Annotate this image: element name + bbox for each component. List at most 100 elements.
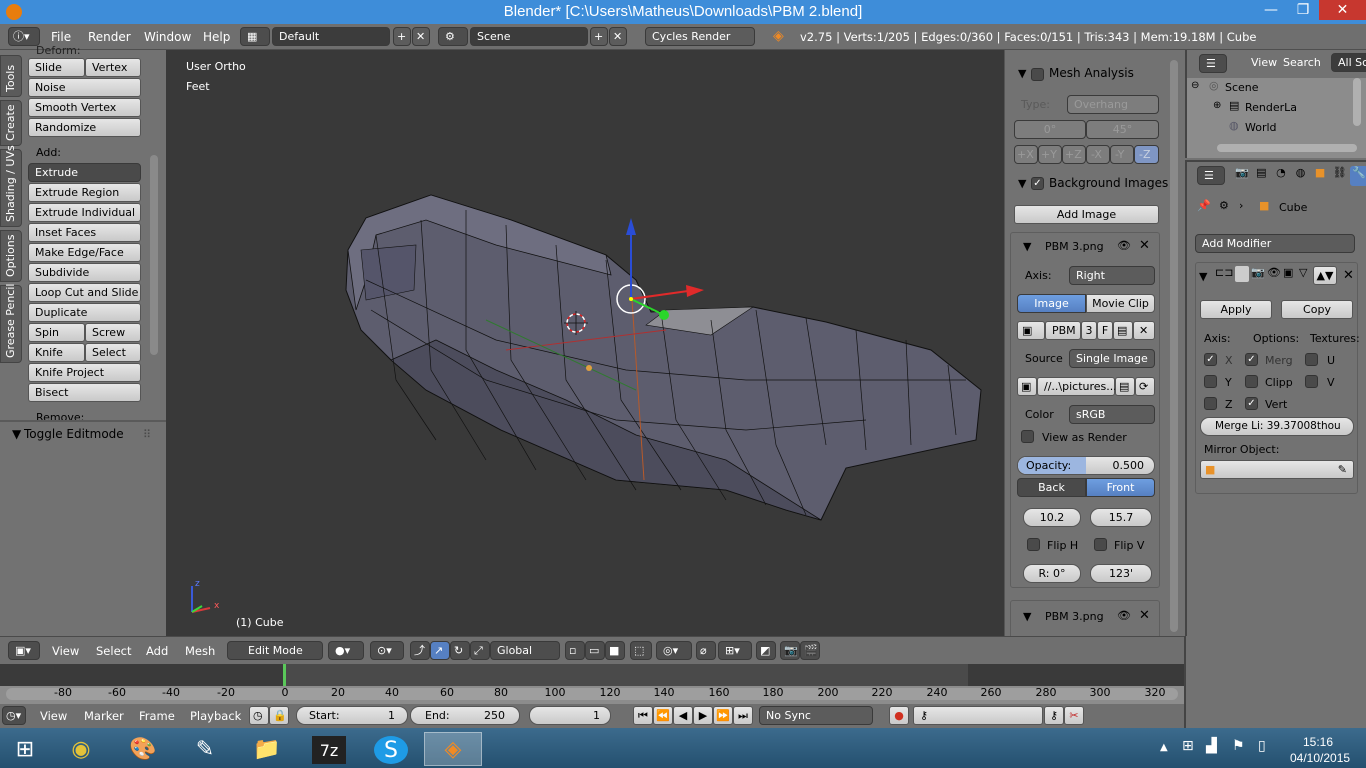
orientation-select[interactable]: Global bbox=[490, 641, 560, 660]
extrude-individual-button[interactable]: Extrude Individual bbox=[28, 203, 141, 222]
tab-image-button[interactable]: Image bbox=[1017, 294, 1086, 313]
outliner-renderlayers[interactable]: RenderLa bbox=[1245, 101, 1297, 114]
proportional-edit-icon[interactable]: ◎▾ bbox=[656, 641, 692, 660]
extrude-select[interactable]: Extrude bbox=[28, 163, 141, 182]
cage-toggle-icon[interactable]: ▽ bbox=[1299, 266, 1313, 286]
record-icon[interactable]: ● bbox=[889, 706, 909, 725]
limit-selection-icon[interactable]: ⬚ bbox=[630, 641, 652, 660]
add-scene-icon[interactable]: + bbox=[590, 27, 608, 46]
merge-limit-field[interactable]: Merge Li: 39.37008thou bbox=[1200, 417, 1354, 436]
draw-taskbar-icon[interactable]: ✎ bbox=[180, 732, 230, 766]
keying-set-field[interactable]: ⚷ bbox=[913, 706, 1043, 725]
preview-range-icon[interactable]: ◷ bbox=[249, 706, 269, 725]
expand-renderlayers-icon[interactable]: ⊕ bbox=[1213, 100, 1221, 111]
tab-grease-pencil[interactable]: Grease Pencil bbox=[0, 284, 22, 363]
duplicate-button[interactable]: Duplicate bbox=[28, 303, 141, 322]
spin-button[interactable]: Spin bbox=[28, 323, 85, 342]
menu-render[interactable]: Render bbox=[88, 30, 131, 44]
render-anim-icon[interactable]: 🎬 bbox=[800, 641, 820, 660]
viewheader-menu-mesh[interactable]: Mesh bbox=[185, 644, 215, 658]
modifier-collapse-icon[interactable]: ▼ bbox=[1199, 270, 1207, 283]
scene-field[interactable]: Scene bbox=[470, 27, 588, 46]
apply-button[interactable]: Apply bbox=[1200, 300, 1272, 319]
chrome-taskbar-icon[interactable]: ◉ bbox=[56, 732, 106, 766]
axis-minus-z-button[interactable]: -Z bbox=[1134, 145, 1159, 164]
front-button[interactable]: Front bbox=[1086, 478, 1155, 497]
outliner-editor-type-icon[interactable]: ☰ bbox=[1199, 54, 1227, 73]
view3d-editor-type-icon[interactable]: ▣▾ bbox=[8, 641, 40, 660]
color-space-select[interactable]: sRGB bbox=[1069, 405, 1155, 424]
snap-toggle-icon[interactable]: ⌀ bbox=[696, 641, 716, 660]
rotate-icon[interactable]: ↻ bbox=[450, 641, 470, 660]
mode-select[interactable]: Edit Mode bbox=[227, 641, 323, 660]
outliner-hscrollbar[interactable] bbox=[1217, 144, 1357, 152]
angle-max-field[interactable]: 45° bbox=[1086, 120, 1159, 139]
file-browse-icon[interactable]: ▣ bbox=[1017, 377, 1037, 396]
knife-select-button[interactable]: Select bbox=[85, 343, 141, 362]
axis-plus-z-button[interactable]: +Z bbox=[1062, 145, 1086, 164]
move-modifier-icon[interactable]: ▲▼ bbox=[1313, 266, 1337, 285]
outliner-menu-view[interactable]: View bbox=[1251, 56, 1277, 69]
offset-x-field[interactable]: 10.2 bbox=[1023, 508, 1081, 527]
subdivide-button[interactable]: Subdivide bbox=[28, 263, 141, 282]
remove-scene-icon[interactable]: ✕ bbox=[609, 27, 627, 46]
clipping-checkbox[interactable] bbox=[1245, 375, 1258, 388]
opacity-slider[interactable]: Opacity: 0.500 bbox=[1017, 456, 1155, 475]
open-image-icon[interactable]: ▤ bbox=[1113, 321, 1133, 340]
texture-v-checkbox[interactable] bbox=[1305, 375, 1318, 388]
clock-date[interactable]: 04/10/2015 bbox=[1290, 751, 1350, 765]
knife-project-button[interactable]: Knife Project bbox=[28, 363, 141, 382]
background-images-checkbox[interactable]: ✓ bbox=[1031, 177, 1044, 190]
pivot-select-icon[interactable]: ⊙▾ bbox=[370, 641, 404, 660]
tab-movie-clip-button[interactable]: Movie Clip bbox=[1086, 294, 1155, 313]
make-edge-face-button[interactable]: Make Edge/Face bbox=[28, 243, 141, 262]
timeline-menu-view[interactable]: View bbox=[40, 709, 67, 723]
scene-tab-icon[interactable]: ◔ bbox=[1272, 166, 1290, 186]
axis-x-checkbox[interactable]: ✓ bbox=[1204, 353, 1217, 366]
remove-image-icon-2[interactable]: ✕ bbox=[1139, 608, 1150, 623]
image-users-count[interactable]: 3 bbox=[1081, 321, 1097, 340]
view-as-render-checkbox[interactable] bbox=[1021, 430, 1034, 443]
modifier-name-field[interactable] bbox=[1235, 266, 1249, 282]
image-collapse-icon-2[interactable]: ▼ bbox=[1023, 610, 1031, 623]
current-frame-indicator[interactable] bbox=[283, 664, 286, 686]
world-tab-icon[interactable]: ◍ bbox=[1292, 166, 1310, 186]
editmode-toggle-icon[interactable]: ▣ bbox=[1283, 266, 1297, 286]
properties-editor-type-icon[interactable]: ☰ bbox=[1197, 166, 1225, 185]
tab-shading-uvs[interactable]: Shading / UVs bbox=[0, 145, 22, 227]
network-icon[interactable]: ▟ bbox=[1206, 738, 1217, 754]
outliner-filter-select[interactable]: All Sc bbox=[1331, 53, 1366, 72]
extrude-region-button[interactable]: Extrude Region bbox=[28, 183, 141, 202]
outliner-world[interactable]: World bbox=[1245, 121, 1277, 134]
constraints-tab-icon[interactable]: ⛓ bbox=[1331, 166, 1349, 186]
inset-faces-button[interactable]: Inset Faces bbox=[28, 223, 141, 242]
remove-image-icon[interactable]: ✕ bbox=[1139, 238, 1150, 253]
scene-icon[interactable]: ⚙ bbox=[438, 27, 468, 46]
image-datablock-field[interactable]: PBM bbox=[1045, 321, 1081, 340]
tab-create[interactable]: Create bbox=[0, 100, 22, 146]
timeline-menu-frame[interactable]: Frame bbox=[139, 709, 175, 723]
explorer-taskbar-icon[interactable]: 📁 bbox=[242, 732, 292, 766]
axis-plus-x-button[interactable]: +X bbox=[1014, 145, 1038, 164]
battery-icon[interactable]: ▯ bbox=[1258, 738, 1266, 754]
remove-layout-icon[interactable]: ✕ bbox=[412, 27, 430, 46]
fake-user-button[interactable]: F bbox=[1097, 321, 1113, 340]
layout-field[interactable]: Default bbox=[272, 27, 390, 46]
start-button-icon[interactable]: ⊞ bbox=[0, 732, 50, 766]
play-reverse-icon[interactable]: ◀ bbox=[673, 706, 693, 725]
tab-options[interactable]: Options bbox=[0, 230, 22, 282]
axis-minus-x-button[interactable]: -X bbox=[1086, 145, 1110, 164]
toggle-editmode-arrow-icon[interactable]: ▼ bbox=[12, 427, 21, 441]
axis-plus-y-button[interactable]: +Y bbox=[1038, 145, 1062, 164]
add-layout-icon[interactable]: + bbox=[393, 27, 411, 46]
knife-button[interactable]: Knife bbox=[28, 343, 85, 362]
sync-select[interactable]: No Sync bbox=[759, 706, 873, 725]
current-frame-field[interactable]: 1 bbox=[529, 706, 611, 725]
modifiers-tab-icon[interactable]: 🔧 bbox=[1350, 166, 1366, 186]
drag-handle-icon[interactable]: ⠿ bbox=[143, 428, 151, 441]
size-field[interactable]: 123' bbox=[1090, 564, 1152, 583]
jump-start-icon[interactable]: ⏮ bbox=[633, 706, 653, 725]
screen-layout-icon[interactable]: ▦ bbox=[240, 27, 270, 46]
slide-edge-button[interactable]: Slide Edg bbox=[28, 58, 85, 91]
layer-icon[interactable]: ◩ bbox=[756, 641, 776, 660]
